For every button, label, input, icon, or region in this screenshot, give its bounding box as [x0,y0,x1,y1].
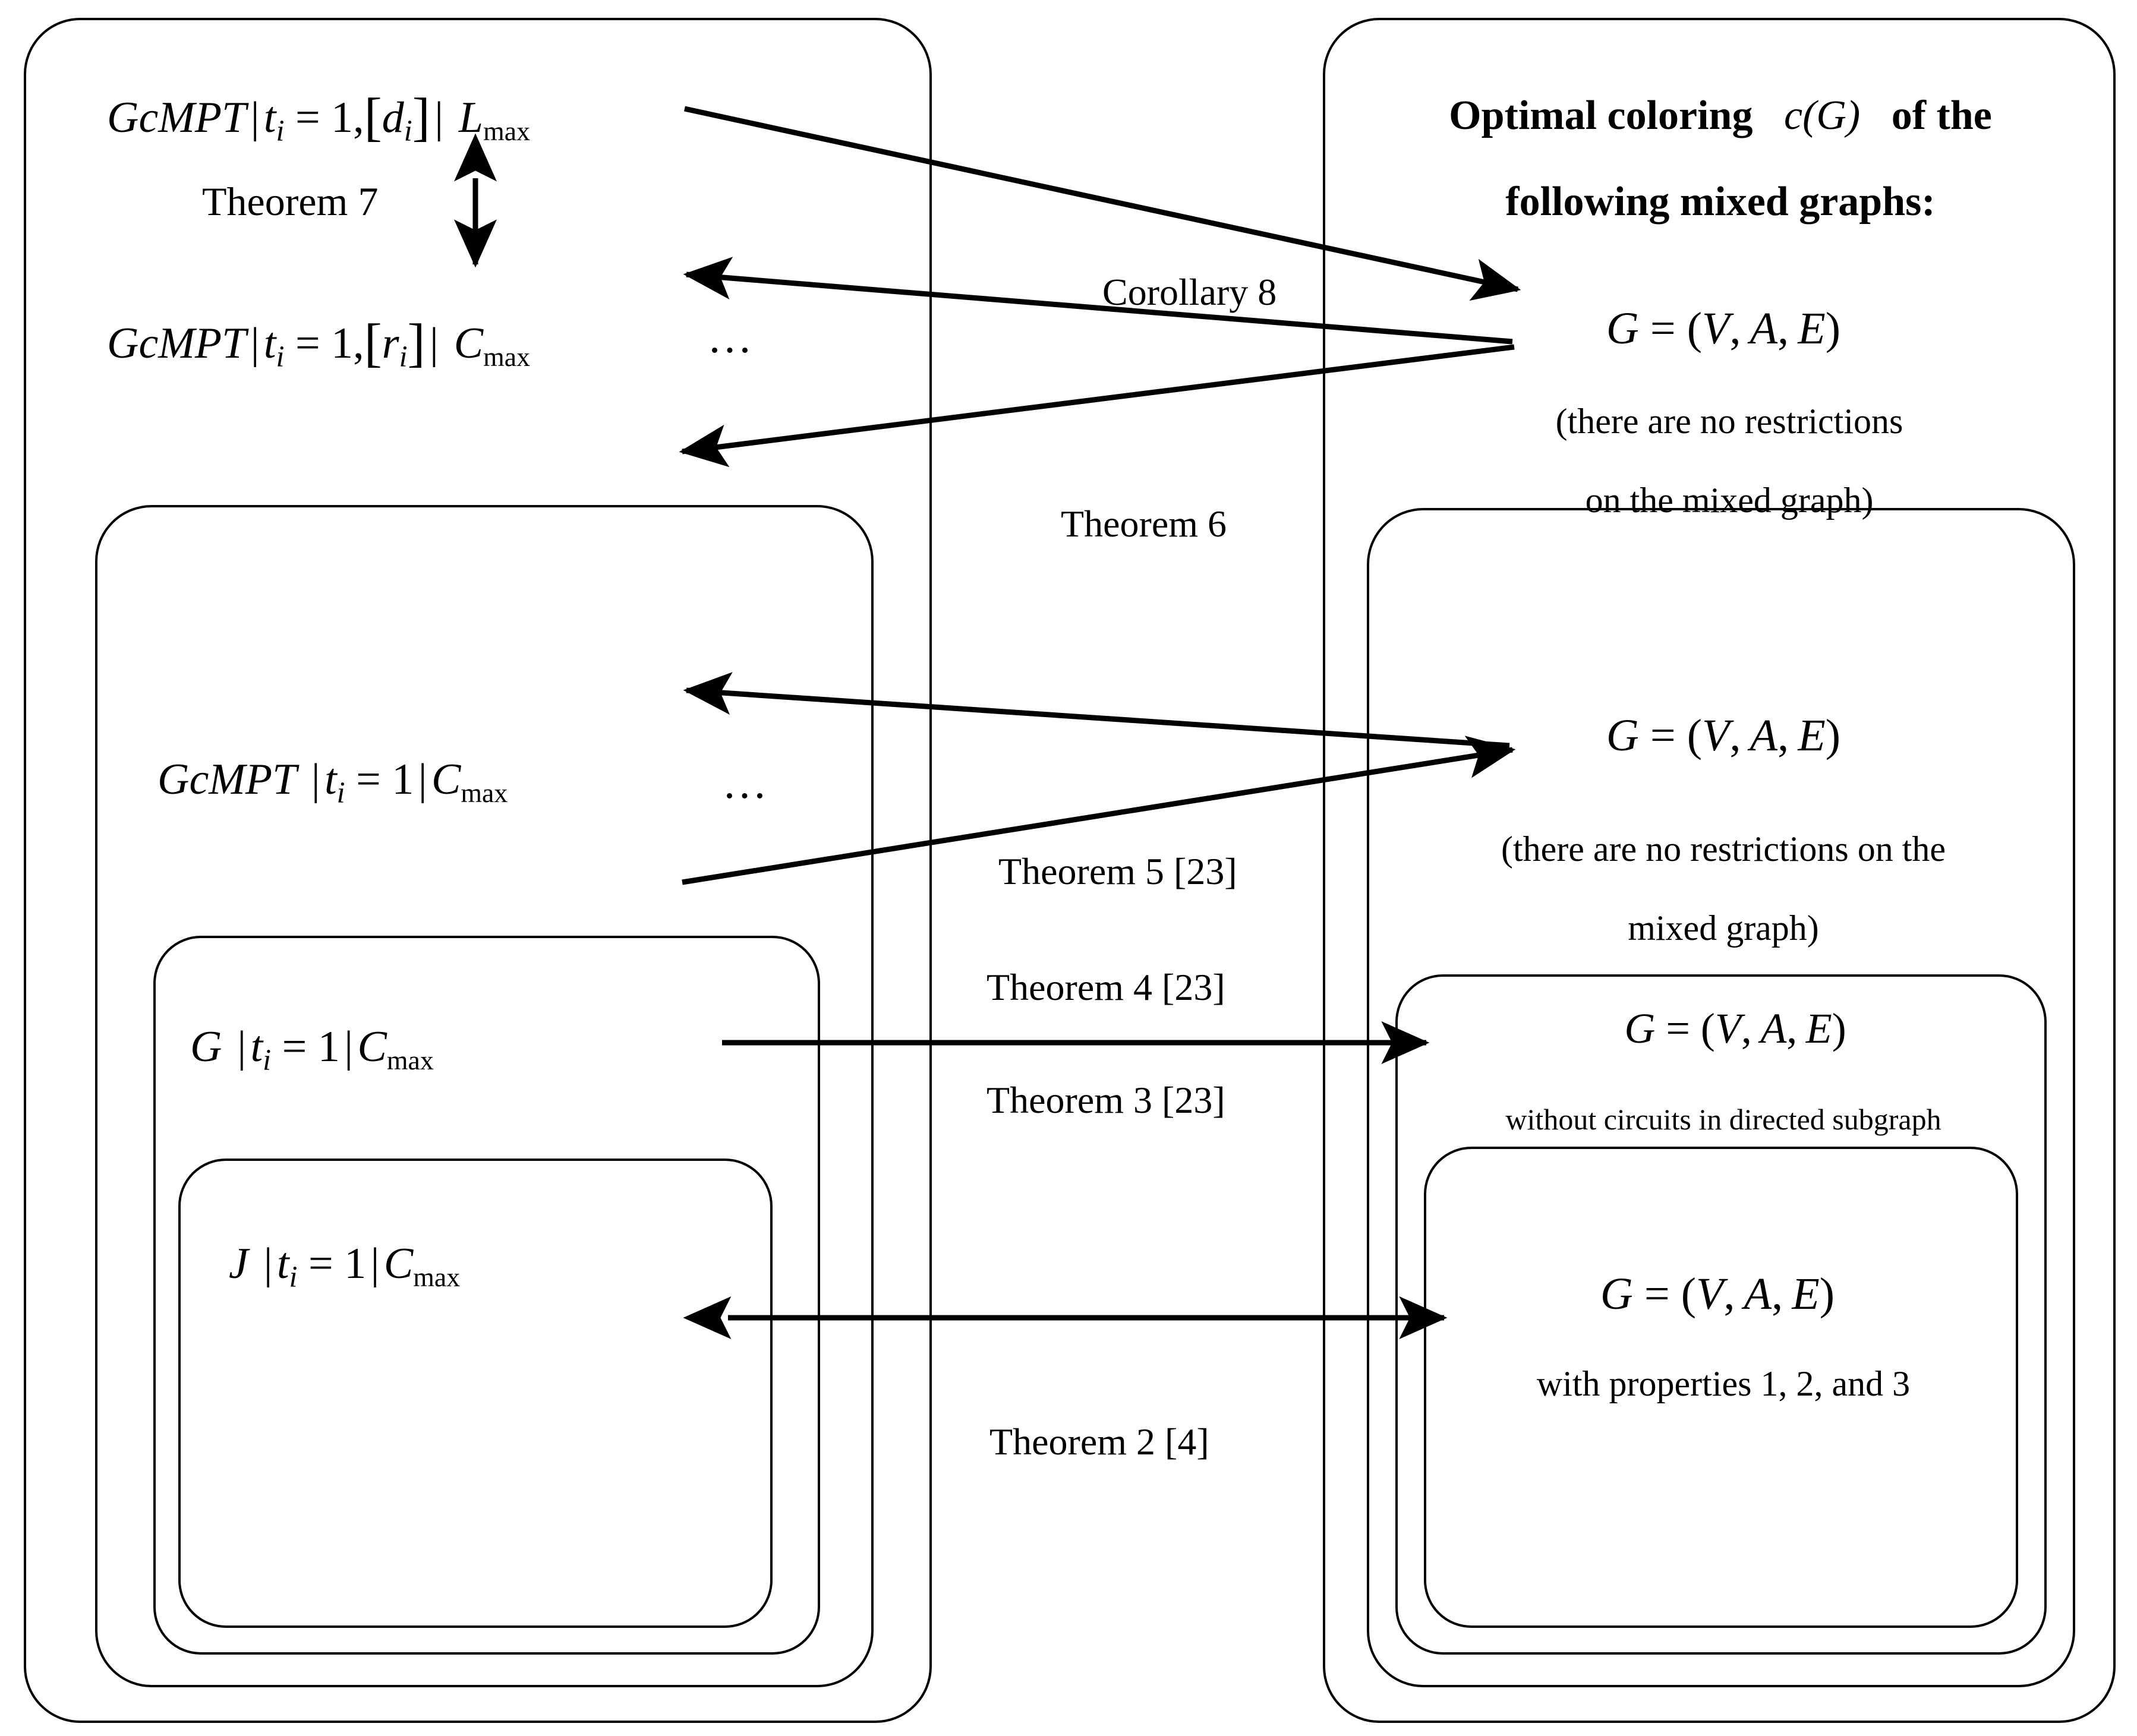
label-right-level3-graph: G = (V, A, E) [1624,1005,1846,1052]
label-gcmpt-ri-cmax: GcMPT|ti = 1,[ri]| Cmax [107,313,531,374]
connector-label-theorem-6: Theorem 6 [1061,503,1227,545]
diagram-canvas: GcMPT|ti = 1,[di]| Lmax Theorem 7 GcMPT|… [0,0,2137,1736]
right-level2-note-line2: mixed graph) [1628,908,1819,948]
label-gcmpt-cmax: GcMPT |ti = 1|Cmax [157,755,508,810]
right-level4-note: with properties 1, 2, and 3 [1536,1364,1911,1403]
connector-label-theorem-5: Theorem 5 [23] [998,850,1237,892]
connector-label-theorem-3: Theorem 3 [23] [986,1079,1225,1121]
label-right-level2-graph: G = (V, A, E) [1606,711,1841,760]
label-theorem-7: Theorem 7 [202,179,379,224]
right-level2-note-line1: (there are no restrictions on the [1501,829,1946,869]
right-title-post: of the [1891,93,1992,138]
right-outer-note-line1: (there are no restrictions [1555,402,1903,441]
label-g-cmax: G |ti = 1|Cmax [190,1022,434,1077]
connector-label-theorem-4: Theorem 4 [23] [986,966,1225,1008]
label-gcmpt-di-lmax: GcMPT|ti = 1,[di]| Lmax [107,87,531,148]
right-title-math: c(G) [1784,93,1861,138]
connector-label-corollary-8: Corollary 8 [1102,271,1277,313]
right-title-line1: Optimal coloring c(G) of the [1361,92,2080,140]
label-j-cmax: J |ti = 1|Cmax [229,1239,461,1294]
ellipsis-level2-left: … [722,758,773,808]
right-outer-note-line2: on the mixed graph) [1585,481,1874,520]
left-level4-box [178,1159,773,1628]
label-right-outer-graph: G = (V, A, E) [1606,304,1841,353]
connector-label-theorem-2: Theorem 2 [4] [989,1421,1209,1463]
right-level3-note: without circuits in directed subgraph [1505,1103,1941,1136]
label-right-level4-graph: G = (V, A, E) [1600,1269,1835,1319]
right-title-pre: Optimal coloring [1449,93,1753,138]
ellipsis-top-left: … [707,313,758,362]
right-title-line2: following mixed graphs: [1505,179,1936,225]
